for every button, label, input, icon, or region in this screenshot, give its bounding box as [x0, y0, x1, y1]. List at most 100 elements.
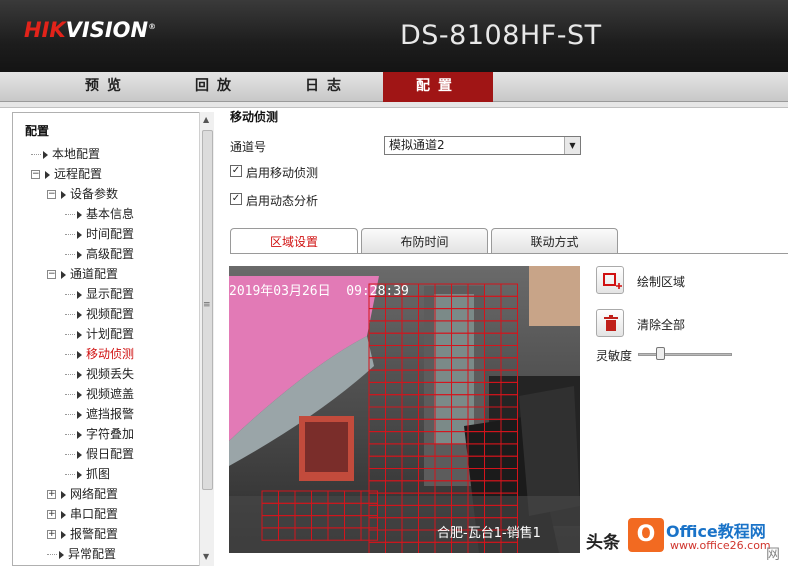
- sidebar-item-7[interactable]: 显示配置: [65, 286, 134, 302]
- grid-cell[interactable]: [368, 431, 386, 445]
- grid-cell[interactable]: [385, 492, 403, 506]
- grid-cell[interactable]: [467, 369, 485, 383]
- grid-cell[interactable]: [451, 295, 469, 310]
- sidebar-item-11[interactable]: 视频丢失: [65, 366, 134, 382]
- grid-cell[interactable]: [344, 490, 362, 504]
- grid-cell[interactable]: [418, 332, 436, 346]
- grid-cell[interactable]: [311, 490, 329, 504]
- grid-cell[interactable]: [418, 431, 436, 445]
- grid-cell[interactable]: [385, 504, 403, 519]
- grid-cell[interactable]: [385, 541, 403, 553]
- grid-cell[interactable]: [401, 308, 419, 322]
- grid-cell[interactable]: [261, 515, 279, 529]
- grid-cell[interactable]: [294, 502, 312, 517]
- grid-cell[interactable]: [451, 492, 469, 506]
- grid-cell[interactable]: [484, 443, 502, 457]
- grid-cell[interactable]: [385, 529, 403, 543]
- grid-cell[interactable]: [484, 468, 502, 482]
- sidebar-item-13[interactable]: 遮挡报警: [65, 406, 134, 422]
- grid-cell[interactable]: [418, 406, 436, 420]
- grid-cell[interactable]: [500, 357, 518, 371]
- grid-cell[interactable]: [401, 394, 419, 408]
- grid-cell[interactable]: [451, 283, 469, 297]
- tab-playback[interactable]: 回放: [162, 72, 272, 102]
- grid-cell[interactable]: [385, 369, 403, 383]
- motion-region-left[interactable]: [261, 490, 378, 541]
- grid-cell[interactable]: [385, 517, 403, 531]
- draw-area-button[interactable]: [596, 266, 624, 294]
- grid-cell[interactable]: [500, 381, 518, 396]
- grid-cell[interactable]: [434, 332, 452, 346]
- grid-cell[interactable]: [261, 527, 279, 541]
- grid-cell[interactable]: [418, 504, 436, 519]
- grid-cell[interactable]: [451, 431, 469, 445]
- grid-cell[interactable]: [401, 541, 419, 553]
- grid-cell[interactable]: [467, 332, 485, 346]
- expand-icon[interactable]: +: [47, 510, 56, 519]
- grid-cell[interactable]: [500, 455, 518, 469]
- grid-cell[interactable]: [401, 431, 419, 445]
- grid-cell[interactable]: [451, 394, 469, 408]
- grid-cell[interactable]: [401, 418, 419, 433]
- grid-cell[interactable]: [500, 308, 518, 322]
- grid-cell[interactable]: [368, 308, 386, 322]
- grid-cell[interactable]: [434, 369, 452, 383]
- grid-cell[interactable]: [467, 381, 485, 396]
- sidebar-item-2[interactable]: − 设备参数: [47, 186, 118, 202]
- grid-cell[interactable]: [418, 443, 436, 457]
- grid-cell[interactable]: [484, 504, 502, 519]
- grid-cell[interactable]: [467, 418, 485, 433]
- sidebar-item-8[interactable]: 视频配置: [65, 306, 134, 322]
- grid-cell[interactable]: [278, 490, 296, 504]
- grid-cell[interactable]: [278, 502, 296, 517]
- enable-analysis-checkbox[interactable]: ✓: [230, 193, 242, 205]
- grid-cell[interactable]: [434, 283, 452, 297]
- grid-cell[interactable]: [401, 369, 419, 383]
- expand-icon[interactable]: +: [47, 530, 56, 539]
- sensitivity-thumb[interactable]: [656, 347, 665, 360]
- grid-cell[interactable]: [385, 443, 403, 457]
- grid-cell[interactable]: [484, 345, 502, 359]
- grid-cell[interactable]: [344, 502, 362, 517]
- grid-cell[interactable]: [418, 283, 436, 297]
- chevron-down-icon[interactable]: ▼: [564, 137, 580, 154]
- grid-cell[interactable]: [451, 308, 469, 322]
- sidebar-item-1[interactable]: − 远程配置: [31, 166, 102, 182]
- grid-cell[interactable]: [401, 320, 419, 334]
- grid-cell[interactable]: [484, 283, 502, 297]
- tab-linkage[interactable]: 联动方式: [491, 228, 618, 254]
- sidebar-item-12[interactable]: 视频遮盖: [65, 386, 134, 402]
- sidebar-item-17[interactable]: + 网络配置: [47, 486, 118, 502]
- grid-cell[interactable]: [418, 295, 436, 310]
- grid-cell[interactable]: [418, 394, 436, 408]
- grid-cell[interactable]: [467, 357, 485, 371]
- grid-cell[interactable]: [500, 283, 518, 297]
- grid-cell[interactable]: [418, 529, 436, 543]
- grid-cell[interactable]: [418, 369, 436, 383]
- grid-cell[interactable]: [368, 541, 386, 553]
- grid-cell[interactable]: [484, 480, 502, 494]
- grid-cell[interactable]: [434, 504, 452, 519]
- video-preview[interactable]: 2019年03月26日 09:28:39 合肥-瓦台1-销售1: [229, 266, 580, 553]
- grid-cell[interactable]: [434, 381, 452, 396]
- grid-cell[interactable]: [484, 492, 502, 506]
- grid-cell[interactable]: [385, 345, 403, 359]
- grid-cell[interactable]: [401, 455, 419, 469]
- grid-cell[interactable]: [484, 320, 502, 334]
- grid-cell[interactable]: [278, 527, 296, 541]
- grid-cell[interactable]: [368, 406, 386, 420]
- grid-cell[interactable]: [451, 357, 469, 371]
- grid-cell[interactable]: [368, 418, 386, 433]
- grid-cell[interactable]: [484, 455, 502, 469]
- grid-cell[interactable]: [401, 504, 419, 519]
- grid-cell[interactable]: [467, 443, 485, 457]
- scroll-down-icon[interactable]: ▼: [203, 552, 209, 561]
- grid-cell[interactable]: [467, 406, 485, 420]
- sidebar-item-9[interactable]: 计划配置: [65, 326, 134, 342]
- motion-region-main[interactable]: [368, 283, 518, 553]
- grid-cell[interactable]: [500, 431, 518, 445]
- grid-cell[interactable]: [368, 443, 386, 457]
- grid-cell[interactable]: [294, 527, 312, 541]
- grid-cell[interactable]: [434, 431, 452, 445]
- grid-cell[interactable]: [327, 527, 345, 541]
